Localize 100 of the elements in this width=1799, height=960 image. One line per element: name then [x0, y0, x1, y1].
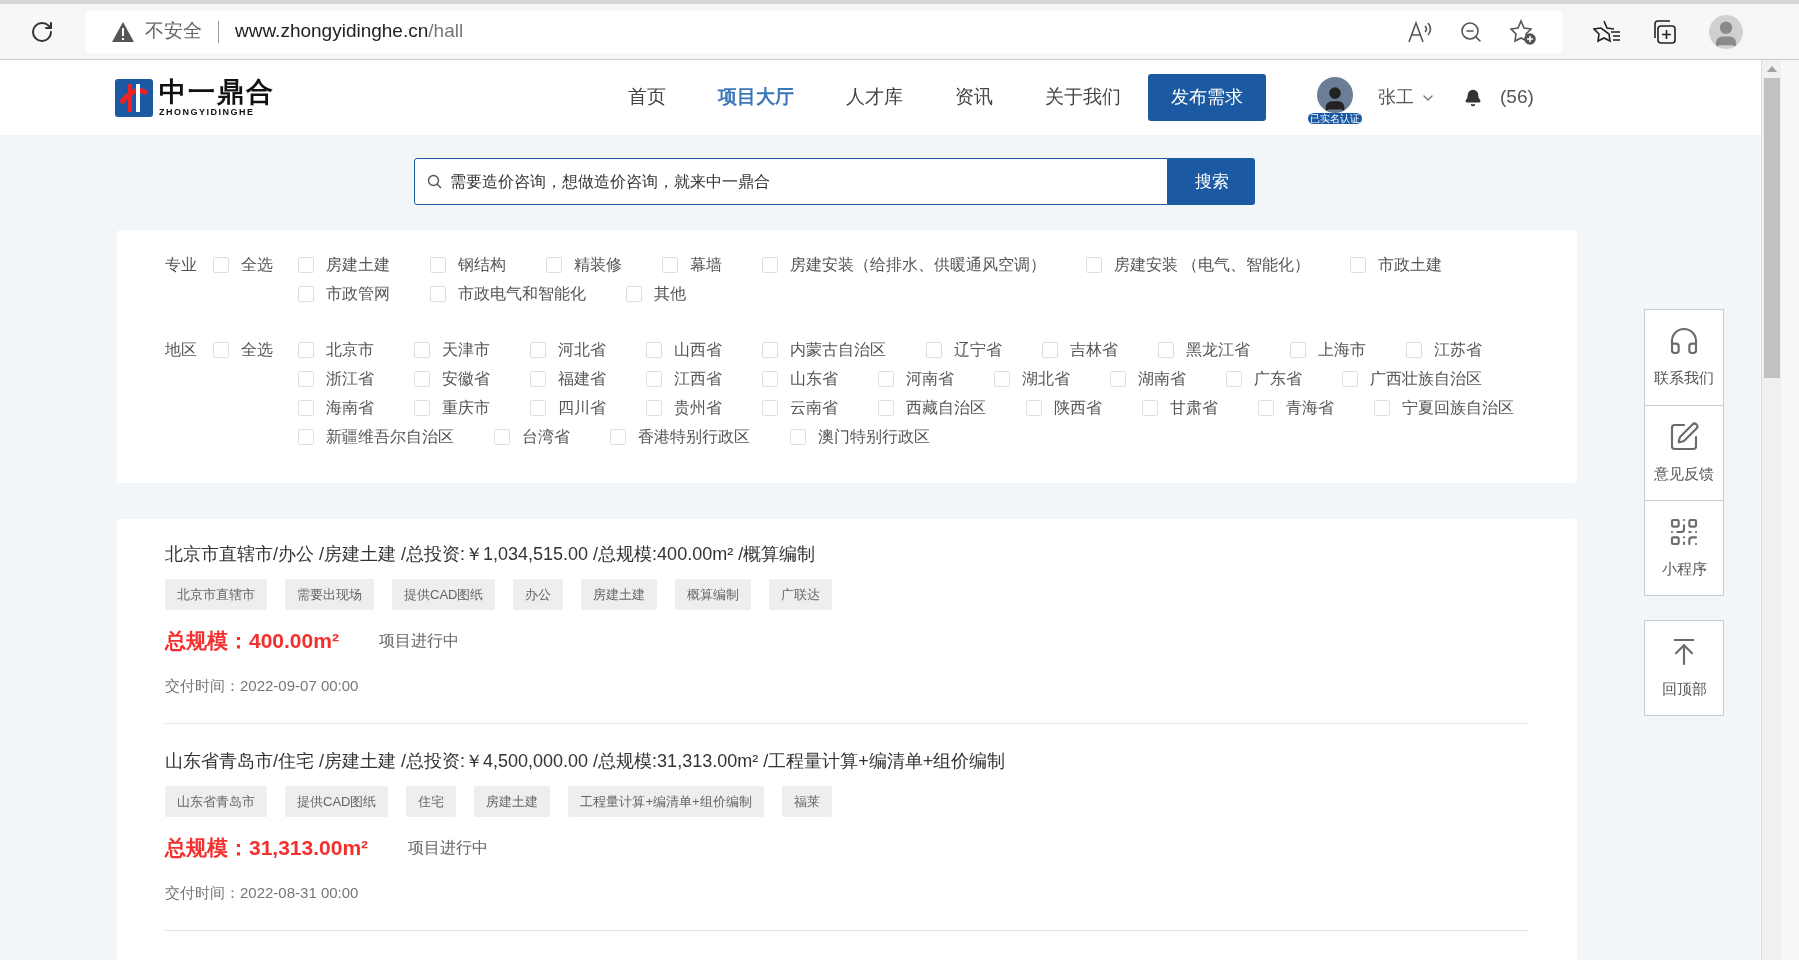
checkbox[interactable] [430, 285, 446, 302]
checkbox[interactable] [926, 341, 942, 358]
option-label: 海南省 [326, 398, 374, 418]
checkbox[interactable] [1026, 399, 1042, 416]
checkbox[interactable] [1086, 256, 1102, 273]
checkbox[interactable] [1042, 341, 1058, 358]
zoom-out-icon[interactable] [1459, 19, 1483, 44]
nav-link[interactable]: 关于我们 [1045, 83, 1121, 112]
user-avatar[interactable] [1317, 77, 1353, 113]
notification-count[interactable]: (56) [1500, 83, 1534, 112]
checkbox[interactable] [790, 428, 806, 445]
address-bar[interactable]: 不安全 www.zhongyidinghe.cn/hall [85, 10, 1563, 53]
option-label: 江苏省 [1434, 340, 1482, 360]
scroll-up-arrow-icon[interactable] [1766, 66, 1777, 72]
checkbox[interactable] [994, 370, 1010, 387]
checkbox[interactable] [298, 399, 314, 416]
checkbox[interactable] [298, 256, 314, 273]
checkbox[interactable] [646, 370, 662, 387]
checkbox[interactable] [762, 256, 778, 273]
checkbox[interactable] [298, 428, 314, 445]
option-label: 房建土建 [326, 255, 390, 275]
delivery-time: 交付时间：2022-09-07 00:00 [165, 675, 360, 696]
edit-icon [1668, 420, 1700, 453]
checkbox[interactable] [646, 341, 662, 358]
search-icon [427, 174, 442, 189]
option-label: 浙江省 [326, 369, 374, 389]
project-tag: 需要出现场 [285, 579, 374, 610]
reload-icon[interactable] [30, 19, 54, 44]
option-label: 广东省 [1254, 369, 1302, 389]
checkbox[interactable] [878, 399, 894, 416]
project-title[interactable]: 北京市直辖市/办公 /房建土建 /总投资:￥1,034,515.00 /总规模:400.00m² /概算编制 [165, 541, 1529, 567]
checkbox[interactable] [530, 370, 546, 387]
project-status: 项目进行中 [378, 630, 459, 651]
side-tool-button[interactable]: 小程序 [1645, 500, 1723, 595]
checkbox[interactable] [546, 256, 562, 273]
project-tag: 工程量计算+编清单+组价编制 [568, 786, 764, 817]
checkbox[interactable] [1374, 399, 1390, 416]
scrollbar[interactable] [1761, 60, 1781, 960]
project-title[interactable]: 山东省青岛市/住宅 /房建土建 /总投资:￥4,500,000.00 /总规模:31,313.00m² /工程量计算+编清单+组价编制 [165, 748, 1529, 774]
checkbox[interactable] [298, 370, 314, 387]
checkbox[interactable] [298, 341, 314, 358]
nav-link[interactable]: 项目大厅 [718, 83, 794, 112]
collections-icon[interactable] [1651, 18, 1677, 45]
checkbox[interactable] [646, 399, 662, 416]
checkbox[interactable] [1142, 399, 1158, 416]
checkbox[interactable] [610, 428, 626, 445]
publish-button[interactable]: 发布需求 [1148, 74, 1266, 121]
back-to-top-button[interactable]: 回顶部 [1644, 620, 1724, 716]
option-label: 四川省 [558, 398, 606, 418]
checkbox[interactable] [1406, 341, 1422, 358]
checkbox[interactable] [1258, 399, 1274, 416]
checkbox[interactable] [878, 370, 894, 387]
checkbox[interactable] [762, 370, 778, 387]
checkbox[interactable] [213, 256, 229, 273]
nav-link[interactable]: 人才库 [846, 83, 903, 112]
user-name[interactable]: 张工 [1378, 84, 1414, 111]
nav-link[interactable]: 资讯 [955, 83, 993, 112]
checkbox[interactable] [414, 370, 430, 387]
nav-link[interactable]: 首页 [628, 83, 666, 112]
logo-text: 中一鼎合 [159, 78, 275, 106]
checkbox[interactable] [430, 256, 446, 273]
logo-icon [115, 78, 153, 117]
checkbox[interactable] [530, 399, 546, 416]
option-label: 全选 [241, 340, 273, 360]
checkbox[interactable] [414, 341, 430, 358]
option-label: 河南省 [906, 369, 954, 389]
option-label: 陕西省 [1054, 398, 1102, 418]
checkbox[interactable] [1342, 370, 1358, 387]
checkbox[interactable] [1290, 341, 1306, 358]
checkbox[interactable] [762, 341, 778, 358]
search-button[interactable]: 搜索 [1168, 158, 1255, 205]
checkbox[interactable] [762, 399, 778, 416]
side-tool-button[interactable]: 意见反馈 [1645, 405, 1723, 500]
option-label: 黑龙江省 [1186, 340, 1250, 360]
checkbox[interactable] [1110, 370, 1126, 387]
option-label: 全选 [241, 255, 273, 275]
read-aloud-icon[interactable] [1407, 19, 1433, 44]
checkbox[interactable] [1226, 370, 1242, 387]
bell-icon[interactable] [1464, 88, 1482, 107]
checkbox[interactable] [626, 285, 642, 302]
option-label: 钢结构 [458, 255, 506, 275]
checkbox[interactable] [494, 428, 510, 445]
search-field[interactable]: 需要造价咨询，想做造价咨询，就来中一鼎合 [414, 158, 1168, 205]
option-label: 幕墙 [690, 255, 722, 275]
checkbox[interactable] [298, 285, 314, 302]
checkbox[interactable] [1350, 256, 1367, 273]
option-label: 香港特别行政区 [638, 427, 750, 447]
profile-avatar[interactable] [1709, 14, 1743, 49]
side-tool-button[interactable]: 联系我们 [1645, 310, 1723, 405]
option-label: 台湾省 [522, 427, 570, 447]
project-scale: 总规模：31,313.00m² [165, 835, 369, 861]
delivery-time: 交付时间：2022-08-31 00:00 [165, 882, 360, 903]
favorites-icon[interactable] [1593, 18, 1621, 45]
checkbox[interactable] [1158, 341, 1174, 358]
checkbox[interactable] [414, 399, 430, 416]
favorite-add-icon[interactable] [1509, 18, 1537, 45]
checkbox[interactable] [530, 341, 546, 358]
checkbox[interactable] [213, 341, 229, 358]
checkbox[interactable] [662, 256, 678, 273]
option-label: 安徽省 [442, 369, 490, 389]
